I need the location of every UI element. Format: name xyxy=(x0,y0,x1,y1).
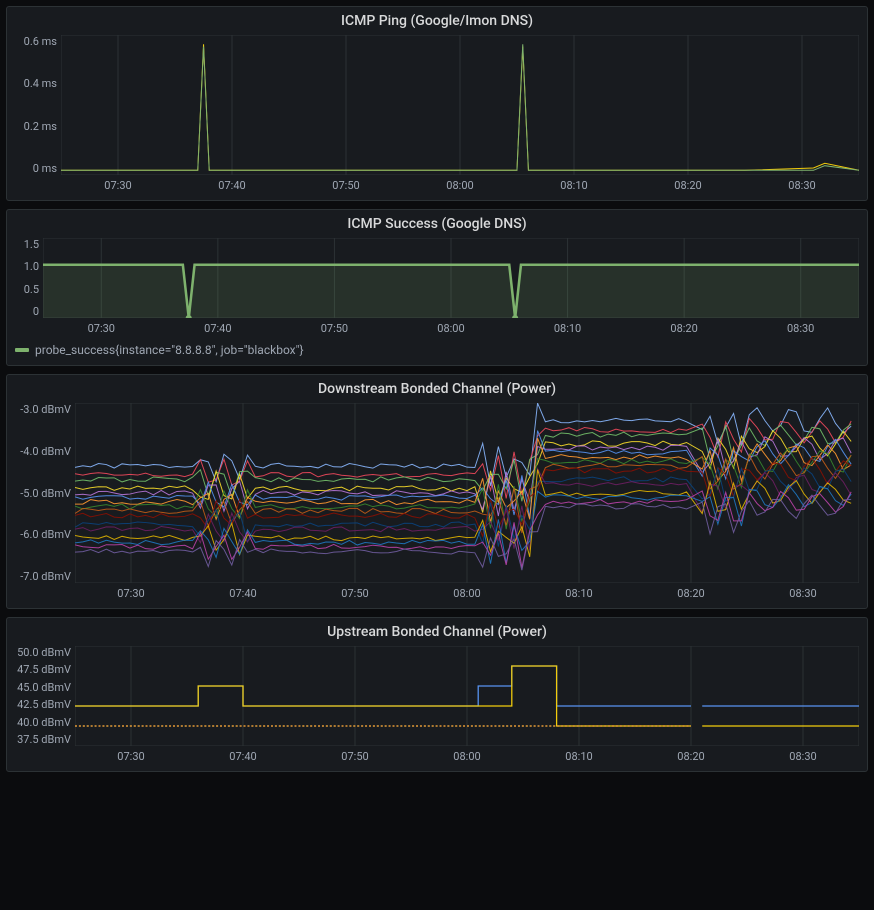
chart-plot-area[interactable] xyxy=(75,646,859,746)
legend: probe_success{instance="8.8.8.8", job="b… xyxy=(15,343,859,357)
chart-plot-area[interactable] xyxy=(61,35,859,175)
panel-icmp-success: ICMP Success (Google DNS) 1.51.00.50 07:… xyxy=(6,209,868,366)
panel-title: ICMP Success (Google DNS) xyxy=(15,216,859,232)
y-axis: 50.0 dBmV47.5 dBmV45.0 dBmV42.5 dBmV40.0… xyxy=(15,646,75,746)
chart-plot-area[interactable] xyxy=(75,403,859,583)
y-axis: -3.0 dBmV-4.0 dBmV-5.0 dBmV-6.0 dBmV-7.0… xyxy=(15,403,75,583)
x-axis: 07:3007:4007:5008:0008:1008:2008:30 xyxy=(15,322,859,335)
x-axis: 07:3007:4007:5008:0008:1008:2008:30 xyxy=(15,587,859,600)
y-axis: 0.6 ms0.4 ms0.2 ms0 ms xyxy=(15,35,61,175)
panel-title: ICMP Ping (Google/Imon DNS) xyxy=(15,13,859,29)
panel-downstream-power: Downstream Bonded Channel (Power) -3.0 d… xyxy=(6,374,868,609)
legend-swatch xyxy=(15,348,29,352)
y-axis: 1.51.00.50 xyxy=(15,238,43,318)
x-axis: 07:3007:4007:5008:0008:1008:2008:30 xyxy=(15,750,859,763)
panel-title: Upstream Bonded Channel (Power) xyxy=(15,624,859,640)
chart-plot-area[interactable] xyxy=(43,238,859,318)
x-axis: 07:3007:4007:5008:0008:1008:2008:30 xyxy=(15,179,859,192)
panel-title: Downstream Bonded Channel (Power) xyxy=(15,381,859,397)
legend-label[interactable]: probe_success{instance="8.8.8.8", job="b… xyxy=(35,343,304,357)
panel-icmp-ping: ICMP Ping (Google/Imon DNS) 0.6 ms0.4 ms… xyxy=(6,6,868,201)
panel-upstream-power: Upstream Bonded Channel (Power) 50.0 dBm… xyxy=(6,617,868,772)
